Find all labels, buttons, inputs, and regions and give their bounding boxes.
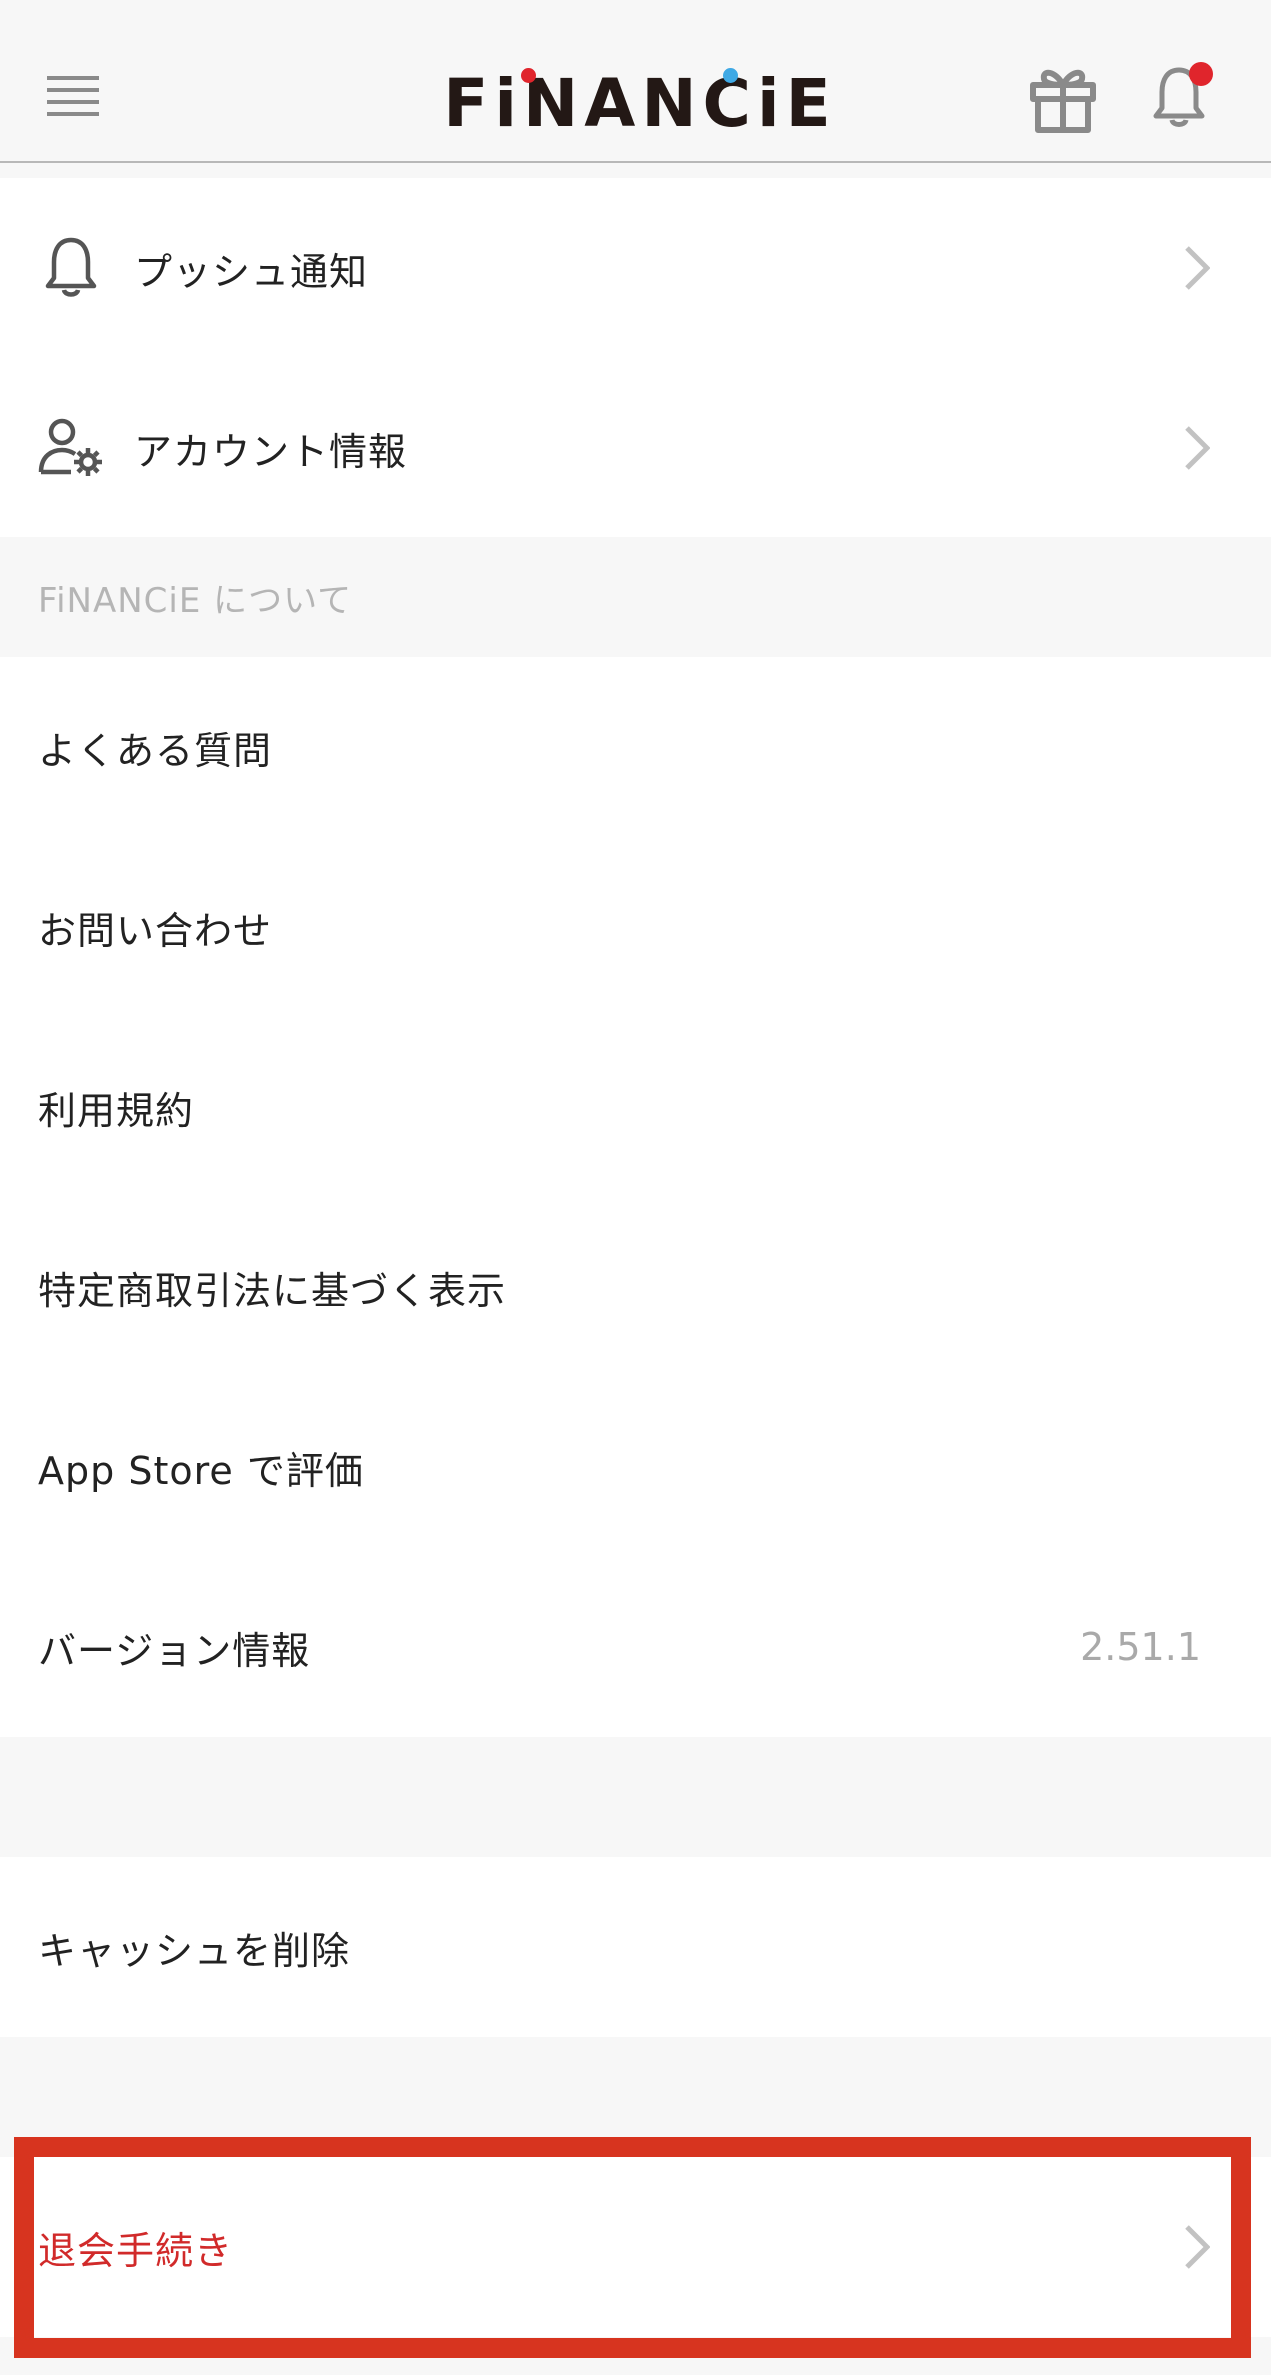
hamburger-menu-button[interactable] <box>30 58 116 134</box>
contact-label: お問い合わせ <box>38 908 273 953</box>
push-notification-label: プッシュ通知 <box>134 249 369 294</box>
version-info-row: バージョン情報 2.51.1 <box>0 1557 1271 1737</box>
push-bell-icon <box>36 233 106 303</box>
app-store-review-row[interactable]: App Store で評価 <box>0 1377 1271 1557</box>
about-section-header: FiNANCiE について <box>0 537 1271 657</box>
commercial-law-label: 特定商取引法に基づく表示 <box>38 1268 507 1313</box>
app-store-review-label: App Store で評価 <box>38 1448 364 1493</box>
commercial-law-row[interactable]: 特定商取引法に基づく表示 <box>0 1197 1271 1377</box>
gift-button[interactable] <box>1020 55 1106 141</box>
logo-dot-blue <box>723 68 738 83</box>
chevron-right-icon <box>1177 2220 1217 2274</box>
about-section-title: FiNANCiE について <box>38 580 353 621</box>
version-info-label: バージョン情報 <box>38 1628 311 1673</box>
gift-icon <box>1030 69 1096 133</box>
clear-cache-label: キャッシュを削除 <box>38 1928 351 1973</box>
notification-badge <box>1189 62 1213 86</box>
chevron-right-icon <box>1177 421 1217 475</box>
financie-logo[interactable]: FiNANCiE <box>443 58 830 148</box>
hamburger-menu-icon <box>47 76 99 116</box>
account-info-row[interactable]: アカウント情報 <box>0 358 1271 538</box>
withdraw-label: 退会手続き <box>38 2228 234 2273</box>
push-notification-row[interactable]: プッシュ通知 <box>0 178 1271 358</box>
withdraw-row[interactable]: 退会手続き <box>0 2157 1271 2337</box>
app-header: FiNANCiE <box>0 0 1271 163</box>
logo-text: FiNANCiE <box>443 64 837 142</box>
account-info-label: アカウント情報 <box>134 429 408 474</box>
version-number: 2.51.1 <box>1080 1625 1201 1669</box>
user-gear-icon <box>36 413 106 483</box>
contact-row[interactable]: お問い合わせ <box>0 837 1271 1017</box>
terms-label: 利用規約 <box>38 1088 195 1133</box>
terms-row[interactable]: 利用規約 <box>0 1017 1271 1197</box>
faq-row[interactable]: よくある質問 <box>0 657 1271 837</box>
clear-cache-row[interactable]: キャッシュを削除 <box>0 1857 1271 2037</box>
chevron-right-icon <box>1177 241 1217 295</box>
faq-label: よくある質問 <box>38 728 273 773</box>
logo-dot-red <box>521 68 536 83</box>
